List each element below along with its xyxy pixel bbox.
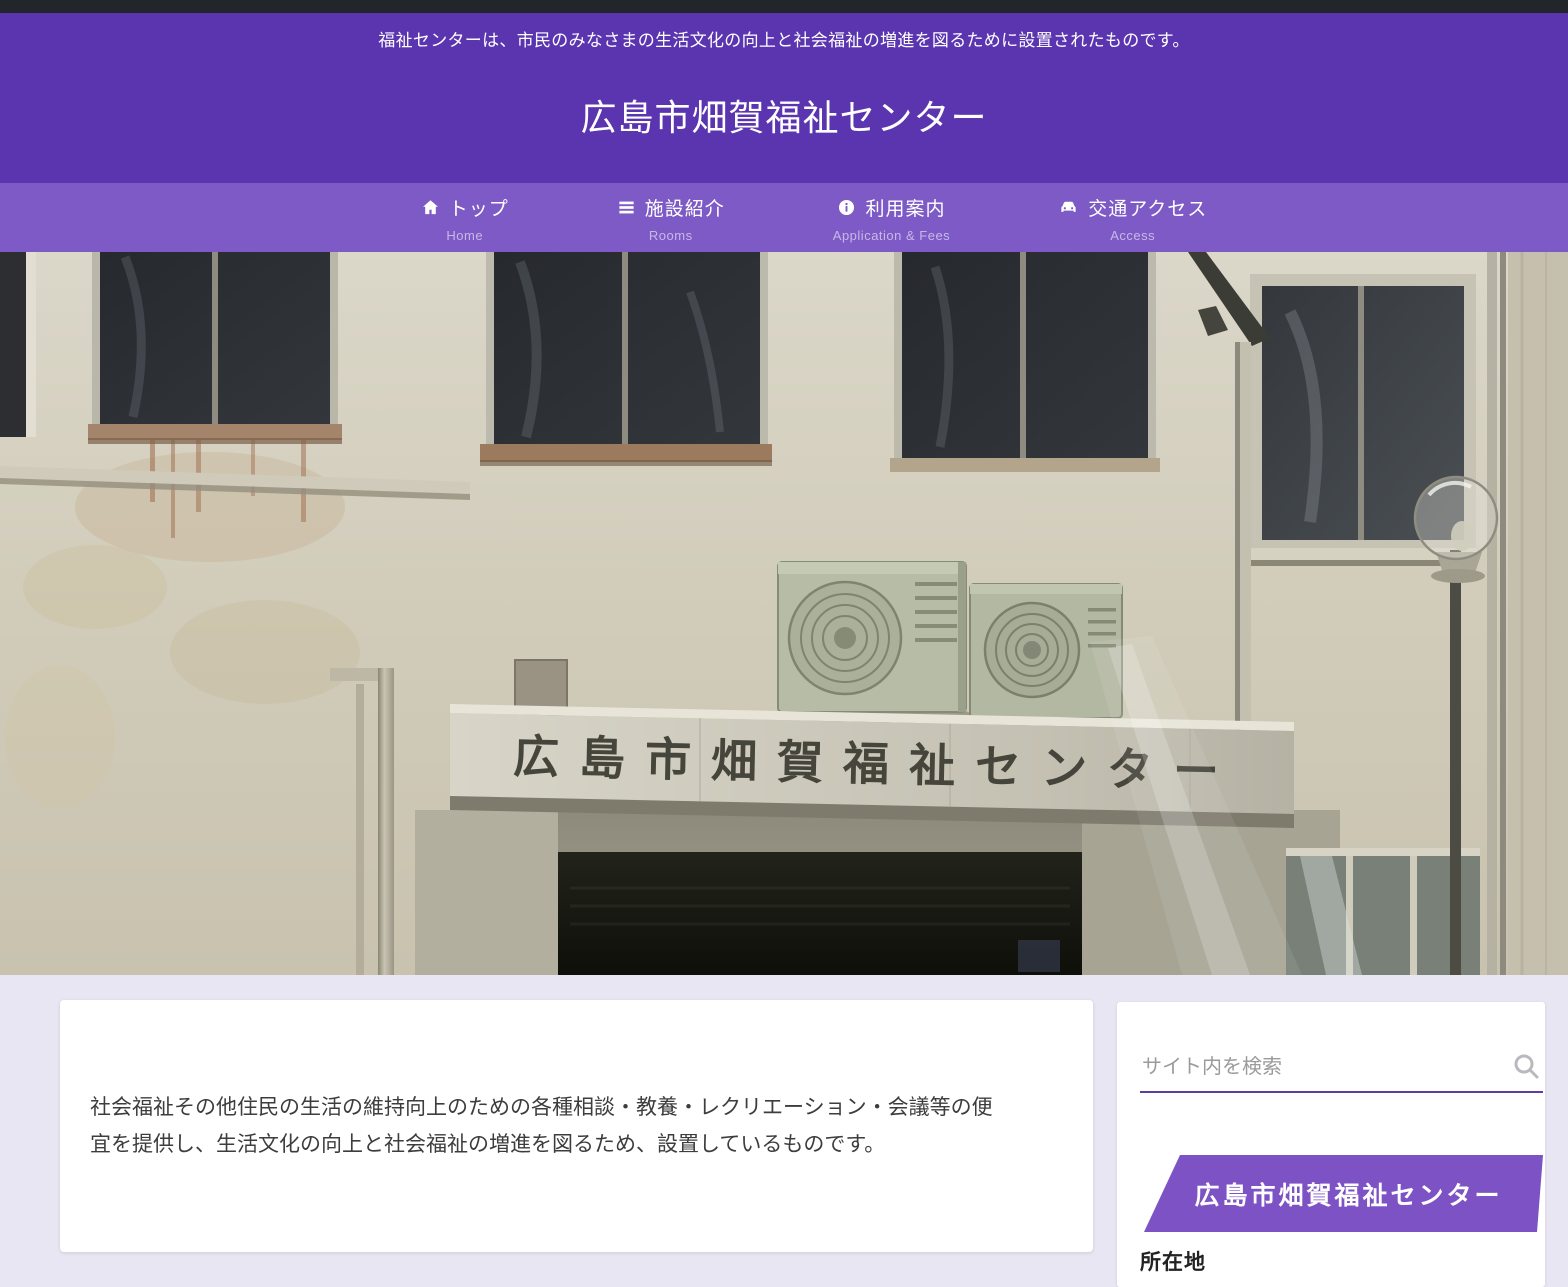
sidebar-banner-title: 広島市畑賀福祉センター — [1180, 1176, 1502, 1212]
hero-image: 広島市畑賀福祉センター — [0, 252, 1568, 975]
intro-text: 社会福祉その他住民の生活の維持向上のための各種相談・教養・レクリエーション・会議… — [90, 1090, 995, 1164]
sidebar-section-heading: 所在地 — [1140, 1246, 1206, 1276]
nav-item-access[interactable]: 交通アクセス Access — [1058, 194, 1207, 252]
main-navigation: トップ Home 施設紹介 Rooms 利用案内 — [0, 183, 1568, 252]
car-icon — [1058, 198, 1079, 217]
nav-items: トップ Home 施設紹介 Rooms 利用案内 — [421, 183, 1208, 252]
nav-item-label: 施設紹介 — [645, 194, 725, 221]
site-header: 福祉センターは、市民のみなさまの生活文化の向上と社会福祉の増進を図るために設置さ… — [0, 13, 1568, 183]
home-icon — [421, 198, 440, 217]
nav-item-label: 交通アクセス — [1088, 194, 1207, 221]
nav-item-sublabel: Application & Fees — [833, 228, 950, 243]
page: 福祉センターは、市民のみなさまの生活文化の向上と社会福祉の増進を図るために設置さ… — [0, 0, 1568, 1287]
intro-paragraph: 社会福祉その他住民の生活の維持向上のための各種相談・教養・レクリエーション・会議… — [60, 1000, 1040, 1164]
site-tagline: 福祉センターは、市民のみなさまの生活文化の向上と社会福祉の増進を図るために設置さ… — [0, 13, 1568, 51]
nav-item-sublabel: Rooms — [649, 228, 693, 243]
site-title[interactable]: 広島市畑賀福祉センター — [580, 89, 987, 141]
nav-item-guide[interactable]: 利用案内 Application & Fees — [833, 194, 950, 252]
nav-item-rooms[interactable]: 施設紹介 Rooms — [617, 194, 725, 252]
nav-item-label: トップ — [449, 194, 509, 221]
nav-item-sublabel: Access — [1110, 228, 1155, 243]
sidebar: 広島市畑賀福祉センター 所在地 — [1117, 1002, 1545, 1287]
main-content-card: 社会福祉その他住民の生活の維持向上のための各種相談・教養・レクリエーション・会議… — [60, 1000, 1093, 1252]
search-input[interactable] — [1140, 1050, 1543, 1091]
nav-item-home[interactable]: トップ Home — [421, 194, 509, 252]
search-form — [1140, 1050, 1543, 1093]
menu-icon — [617, 198, 636, 217]
hero-photo: 広島市畑賀福祉センター — [0, 252, 1568, 975]
search-icon — [1512, 1068, 1540, 1083]
search-button[interactable] — [1511, 1052, 1541, 1082]
info-icon — [837, 198, 856, 217]
nav-item-sublabel: Home — [446, 228, 483, 243]
sidebar-banner: 広島市畑賀福祉センター — [1140, 1155, 1543, 1232]
top-dark-bar — [0, 0, 1568, 13]
nav-item-label: 利用案内 — [865, 194, 945, 221]
